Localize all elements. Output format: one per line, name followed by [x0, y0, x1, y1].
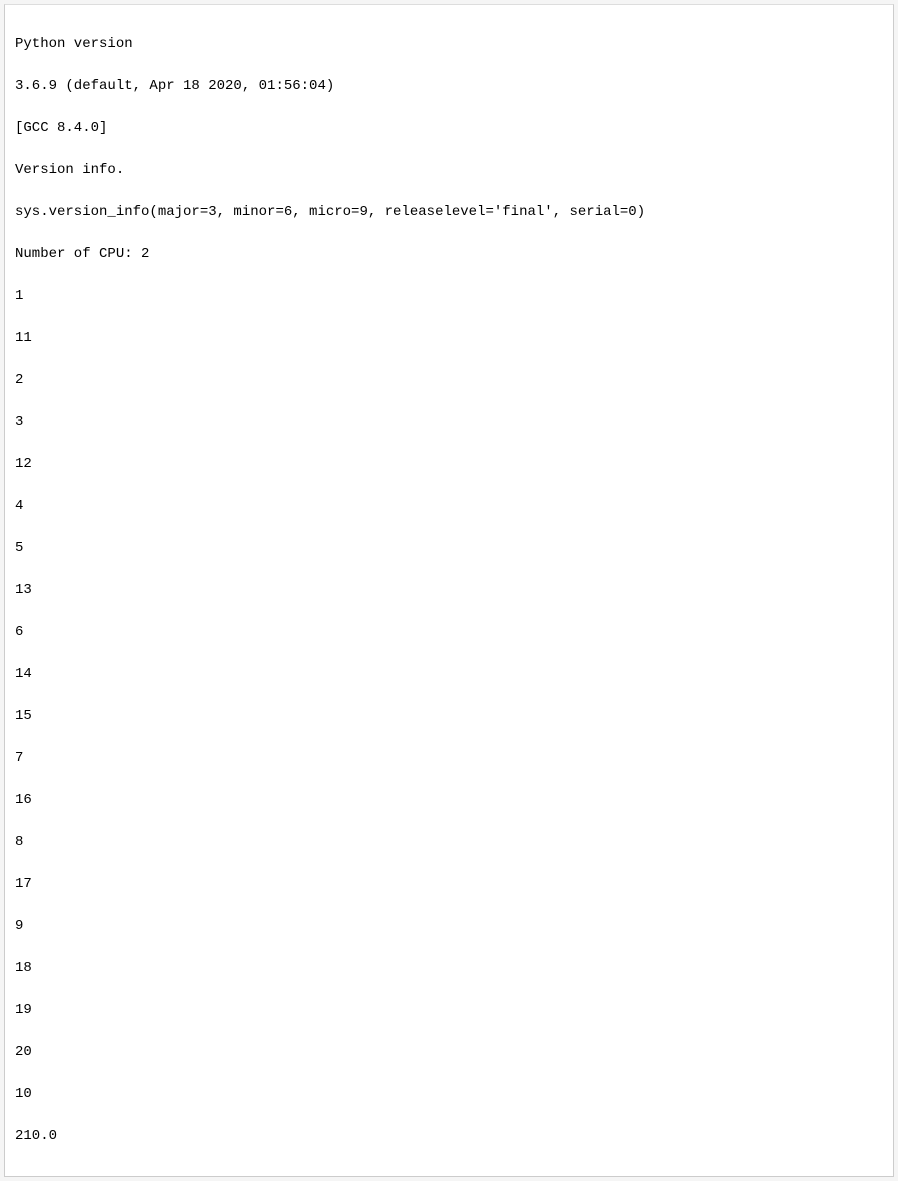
output-value: 2	[15, 370, 883, 391]
output-line-version-info-label: Version info.	[15, 160, 883, 181]
output-value: 5	[15, 538, 883, 559]
output-value: 3	[15, 412, 883, 433]
output-value: 17	[15, 874, 883, 895]
output-value: 4	[15, 496, 883, 517]
output-line-python-version: 3.6.9 (default, Apr 18 2020, 01:56:04)	[15, 76, 883, 97]
output-value: 18	[15, 958, 883, 979]
output-value: 8	[15, 832, 883, 853]
output-line-sys-version-info: sys.version_info(major=3, minor=6, micro…	[15, 202, 883, 223]
output-value: 210.0	[15, 1126, 883, 1147]
output-value: 10	[15, 1084, 883, 1105]
output-value: 14	[15, 664, 883, 685]
output-value: 7	[15, 748, 883, 769]
console-output-panel: Python version 3.6.9 (default, Apr 18 20…	[4, 4, 894, 1177]
output-value: 1	[15, 286, 883, 307]
output-line-python-version-label: Python version	[15, 34, 883, 55]
output-value: 19	[15, 1000, 883, 1021]
output-value: 16	[15, 790, 883, 811]
output-value: 9	[15, 916, 883, 937]
output-value: 12	[15, 454, 883, 475]
output-value: 13	[15, 580, 883, 601]
output-value: 15	[15, 706, 883, 727]
output-value: 20	[15, 1042, 883, 1063]
output-value: 6	[15, 622, 883, 643]
output-line-cpu-count: Number of CPU: 2	[15, 244, 883, 265]
output-value: 11	[15, 328, 883, 349]
output-line-gcc-version: [GCC 8.4.0]	[15, 118, 883, 139]
